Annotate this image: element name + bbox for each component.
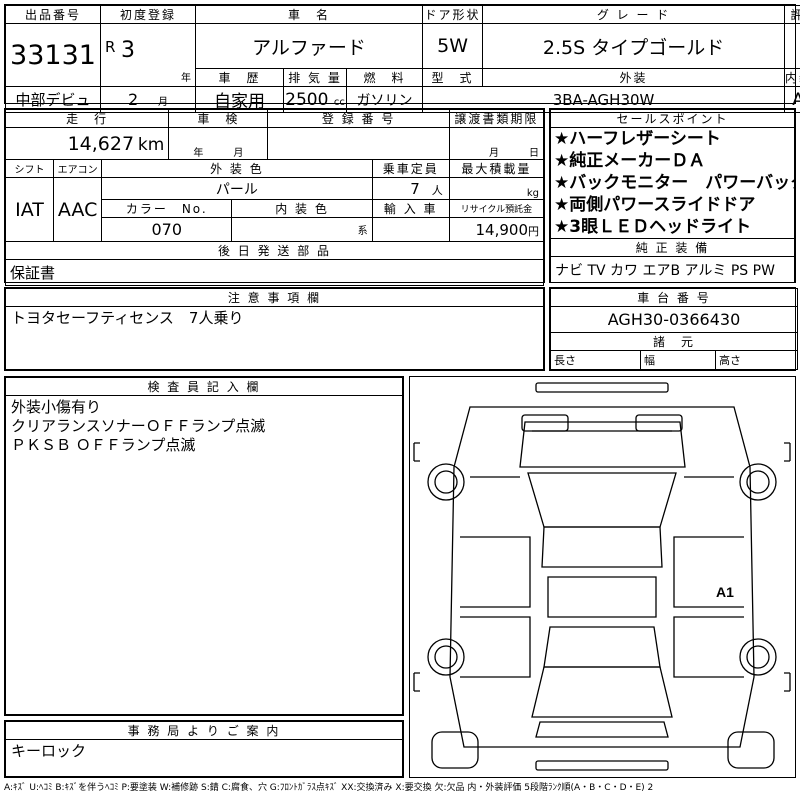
length-label: 長さ xyxy=(550,350,641,370)
later-parts: 保証書 xyxy=(5,259,544,286)
recycle-fee: 14,900円 xyxy=(448,217,545,242)
grade: 2.5S タイプゴールド xyxy=(482,23,786,69)
equipment-label: 純 正 装 備 xyxy=(550,238,795,257)
sales-point: ★バックモニター パワーバックドア xyxy=(554,173,794,193)
chassis-number: AGH30-0366430 xyxy=(549,306,799,333)
score-label: 評価点 xyxy=(784,5,800,24)
sales-point: ★ハーフレザーシート xyxy=(554,129,721,149)
color-number: 070 xyxy=(101,217,233,242)
exterior-color-label: 外 装 色 xyxy=(101,159,373,178)
interior-color-label: 内 装 色 xyxy=(231,199,373,218)
registration-number xyxy=(267,127,450,160)
sales-points-list: ★ハーフレザーシート ★純正メーカーＤＡ ★バックモニター パワーバックドア ★… xyxy=(550,127,795,239)
specs-label: 諸 元 xyxy=(549,332,799,351)
sales-point: ★3眼ＬＥＤヘッドライト xyxy=(554,217,752,237)
import-car-label: 輸 入 車 xyxy=(371,199,450,218)
transfer-deadline-label: 譲渡書類期限 xyxy=(448,109,545,128)
reg-month: 2 xyxy=(128,90,139,109)
recycle-fee-label: リサイクル預託金 xyxy=(448,199,545,218)
reg-year: 3 xyxy=(121,38,135,63)
vehicle-details-block: 走 行 車 検 登 録 番 号 譲渡書類期限 14,627 km 年 月 月 日… xyxy=(4,108,545,286)
office-note: キーロック xyxy=(5,739,403,777)
exterior-grade-label: 外装 xyxy=(482,68,786,87)
transfer-deadline: 月 日 xyxy=(448,127,545,160)
first-registration-label: 初度登録 xyxy=(99,5,197,24)
notes-label: 注 意 事 項 欄 xyxy=(5,288,544,307)
max-load: kg xyxy=(448,177,545,200)
shift: IAT xyxy=(4,177,55,242)
header-block: 出品番号 初度登録 車 名 ドア形状 グ レ ー ド 評価点 33131 R 3… xyxy=(4,4,800,113)
chassis-number-label: 車 台 番 号 xyxy=(549,288,799,307)
office-label: 事 務 局 よ り ご 案 内 xyxy=(5,721,403,740)
import-car xyxy=(371,217,450,242)
interior-color: 系 xyxy=(231,217,373,242)
shift-label: シフト xyxy=(4,159,55,178)
ac-label: エアコン xyxy=(53,159,103,178)
car-diagram: A1 xyxy=(409,376,796,778)
car-outline-drawing xyxy=(413,382,791,771)
inspector-line: クリアランスソナーＯＦＦランプ点滅 xyxy=(11,417,266,435)
score: 5 xyxy=(784,23,800,69)
registration-number-label: 登 録 番 号 xyxy=(267,109,450,128)
interior-grade-label: 内装 xyxy=(784,68,800,87)
inspector-label: 検 査 員 記 入 欄 xyxy=(5,377,403,396)
history-label: 車 歴 xyxy=(195,68,285,87)
exterior-color: パール xyxy=(101,177,373,200)
color-number-label: カラー No. xyxy=(101,199,233,218)
capacity-label: 乗車定員 xyxy=(371,159,450,178)
fuel-label: 燃 料 xyxy=(346,68,424,87)
mileage: 14,627 km xyxy=(4,127,170,160)
door-label: ドア形状 xyxy=(422,5,484,24)
model-label: 型 式 xyxy=(422,68,484,87)
notes: トヨタセーフティセンス 7人乗り xyxy=(5,306,544,370)
inspector-line: 外装小傷有り xyxy=(11,398,102,416)
max-load-label: 最大積載量 xyxy=(448,159,545,178)
width-label: 幅 xyxy=(640,350,716,370)
inspector-block: 検 査 員 記 入 欄 外装小傷有り クリアランスソナーＯＦＦランプ点滅 ＰＫＳ… xyxy=(4,376,404,716)
office-block: 事 務 局 よ り ご 案 内 キーロック xyxy=(4,720,404,778)
sales-point: ★純正メーカーＤＡ xyxy=(554,151,706,171)
capacity: 7 人 xyxy=(371,177,450,200)
later-parts-label: 後 日 発 送 部 品 xyxy=(5,241,544,260)
chassis-block: 車 台 番 号 AGH30-0366430 諸 元 長さ 幅 高さ xyxy=(549,287,799,371)
mileage-label: 走 行 xyxy=(4,109,170,128)
sales-point: ★両側パワースライドドア xyxy=(554,195,756,215)
first-registration-year: R 3 年 xyxy=(99,23,197,87)
inspection-date: 年 月 xyxy=(168,127,269,160)
damage-mark: A1 xyxy=(716,584,734,600)
displacement-label: 排 気 量 xyxy=(283,68,348,87)
equipment: ナビ TV カワ エアB アルミ PS PW xyxy=(550,256,795,283)
legend: A:ｷｽﾞ U:ﾍｺﾐ B:ｷｽﾞを伴うﾍｺﾐ P:要塗装 W:補修跡 S:錆 … xyxy=(4,783,654,793)
inspection-label: 車 検 xyxy=(168,109,269,128)
lot-number-label: 出品番号 xyxy=(5,5,101,24)
sales-points-block: セールスポイント ★ハーフレザーシート ★純正メーカーＤＡ ★バックモニター パ… xyxy=(549,108,796,283)
inspector-notes: 外装小傷有り クリアランスソナーＯＦＦランプ点滅 ＰＫＳＢ ＯＦＦランプ点滅 xyxy=(5,395,403,715)
height-label: 高さ xyxy=(714,350,799,370)
air-conditioner: AAC xyxy=(53,177,103,242)
door-type: 5W xyxy=(422,23,484,69)
sales-points-label: セールスポイント xyxy=(550,109,795,128)
notes-block: 注 意 事 項 欄 トヨタセーフティセンス 7人乗り xyxy=(4,287,545,371)
lot-number: 33131 xyxy=(5,23,101,87)
car-name: アルファード xyxy=(195,23,424,69)
era: R xyxy=(105,38,116,56)
grade-label: グ レ ー ド xyxy=(482,5,786,24)
inspector-line: ＰＫＳＢ ＯＦＦランプ点滅 xyxy=(11,436,196,454)
car-name-label: 車 名 xyxy=(195,5,424,24)
